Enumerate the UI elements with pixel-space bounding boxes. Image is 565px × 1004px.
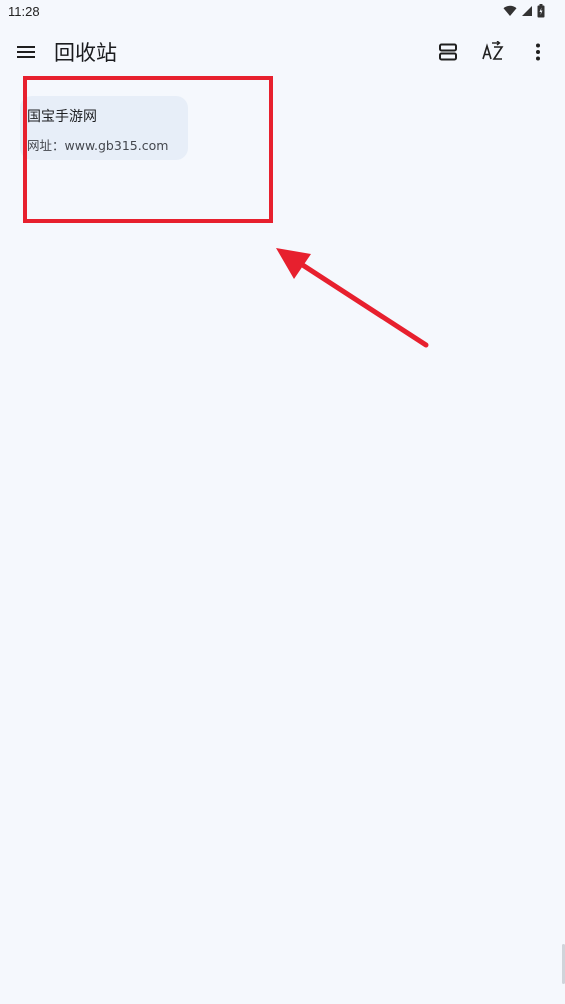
annotation-arrow-icon [276,248,429,348]
